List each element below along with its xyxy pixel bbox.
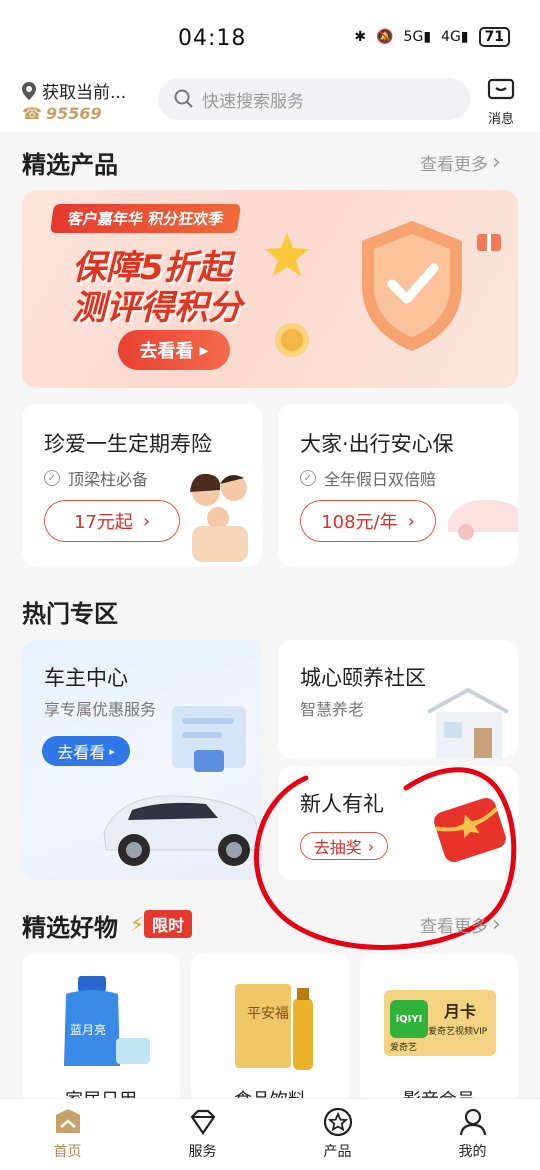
message-icon [487,78,515,100]
bottom-nav: 首页 服务 产品 我的 [0,1098,540,1170]
phone-icon: ☎ [22,104,42,123]
nav-mine-label: 我的 [458,1144,487,1160]
detergent-bottle-icon: 蓝月亮 [64,976,150,1066]
message-label: 消息 [487,112,514,127]
product-title: 珍爱一生定期寿险 [44,432,212,456]
price-label: 108元/年 [321,512,398,533]
product-tag: ✓ 顶梁柱必备 [44,466,148,490]
community-card[interactable]: 城心颐养社区 智慧养老 [278,640,518,758]
product-tag-text: 顶梁柱必备 [68,470,149,489]
search-placeholder: 快速搜索服务 [202,91,304,112]
chevron-right-icon: › [492,150,501,175]
product-tag-text: 全年假日双倍赔 [324,470,437,489]
goods-title: 精选好物 [22,914,118,942]
hot-zone-title: 热门专区 [22,600,118,628]
check-icon: ✓ [300,470,316,486]
community-title: 城心颐养社区 [300,666,426,690]
nav-service[interactable]: 服务 [135,1099,270,1170]
goods-card-media[interactable]: iQIYI 月卡 爱奇艺视频VIP 爱奇艺 影音会员 [360,954,518,1104]
lightning-icon: ⚡ [130,912,145,936]
nav-service-label: 服务 [188,1144,217,1160]
play-arrow-icon: ▸ [199,339,209,361]
goods-card-home[interactable]: 蓝月亮 家居日用 [22,954,180,1104]
nav-product-label: 产品 [323,1144,352,1160]
message-button[interactable]: 消息 [484,78,518,127]
chevron-right-icon: › [142,510,151,532]
home-icon [55,1109,80,1133]
rice-bag-icon: 平安福 [235,984,313,1070]
signal-4g-icon: 4G▮ [441,29,469,45]
newbie-title: 新人有礼 [300,792,384,816]
check-icon: ✓ [44,470,60,486]
top-header: 获取当前... ☎ 95569 快速搜索服务 消息 [0,72,540,132]
lottery-label: 去抽奖 [313,838,362,857]
goods-card-food[interactable]: 平安福 食品饮料 [191,954,349,1104]
more-label: 查看更多 [420,155,488,175]
chevron-right-icon: › [407,510,415,532]
banner-button-label: 去看看 [139,341,194,362]
bluetooth-icon: ✱ [354,29,367,45]
car-illustration-icon [103,706,262,866]
chevron-right-icon: › [492,912,501,937]
banner-line2: 测评得积分 [72,288,242,328]
price-label: 17元起 [73,512,133,533]
nav-mine[interactable]: 我的 [405,1099,540,1170]
lottery-button[interactable]: 去抽奖 › [300,832,388,860]
community-sub: 智慧养老 [300,700,365,719]
banner-button[interactable]: 去看看 ▸ [118,330,230,370]
user-icon [459,1108,486,1136]
gift-icon [477,234,501,251]
mute-bell-icon: 🔕 [376,29,394,45]
nav-product[interactable]: 产品 [270,1099,405,1170]
vip-card-brand: 爱奇艺 [390,1043,418,1053]
product-price-button[interactable]: 108元/年 › [300,500,436,542]
search-icon [174,89,193,108]
diamond-icon [190,1109,215,1135]
family-illustration-icon [190,473,248,562]
location-text: 获取当前... [42,83,127,103]
status-icons: ✱ 🔕 5G▮ 4G▮ 71 [354,27,510,47]
red-envelope-icon [434,797,506,863]
featured-more-link[interactable]: 查看更多 › [420,150,501,175]
rice-brand-text: 平安福 [247,1006,289,1022]
newbie-gift-card[interactable]: 新人有礼 去抽奖 › [278,766,518,880]
product-title: 大家·出行安心保 [300,432,454,456]
featured-title: 精选产品 [22,151,118,179]
car-owner-title: 车主中心 [44,666,128,690]
star-mascot-icon [265,233,309,276]
goods-more-link[interactable]: 查看更多 › [420,912,501,937]
iqiyi-logo-icon: iQIYI [390,1000,428,1038]
location-pin-icon [22,81,36,100]
limited-badge: ⚡ 限时 [130,910,193,938]
signal-5g-icon: 5G▮ [403,29,432,45]
vip-card: iQIYI 月卡 爱奇艺视频VIP 爱奇艺 [384,990,496,1056]
hotline[interactable]: ☎ 95569 [22,104,102,123]
product-tag: ✓ 全年假日双倍赔 [300,466,436,490]
banner-ribbon: 客户嘉年华 积分狂欢季 [49,204,242,233]
product-price-button[interactable]: 17元起 › [44,500,180,542]
chevron-right-icon: › [367,836,375,856]
vip-card-title: 月卡 [444,1002,477,1021]
product-card-life[interactable]: 珍爱一生定期寿险 ✓ 顶梁柱必备 17元起 › [22,404,262,566]
status-time: 04:18 [178,26,247,51]
battery-icon: 71 [478,27,510,47]
status-bar: 04:18 ✱ 🔕 5G▮ 4G▮ 71 [0,0,540,72]
limited-badge-text: 限时 [144,910,193,938]
star-icon [323,1107,352,1137]
location-selector[interactable]: 获取当前... [22,78,126,103]
nav-home-label: 首页 [53,1144,82,1160]
vip-card-sub: 爱奇艺视频VIP [428,1027,488,1037]
search-input[interactable]: 快速搜索服务 [158,78,470,120]
product-card-travel[interactable]: 大家·出行安心保 ✓ 全年假日双倍赔 108元/年 › [278,404,518,566]
coin-icon [275,323,309,357]
car-illustration-icon [448,499,518,540]
more-label: 查看更多 [420,917,488,937]
car-owner-card[interactable]: 车主中心 享专属优惠服务 去看看 ▸ [22,640,262,880]
hotline-number: 95569 [45,104,102,123]
shield-illustration-icon [362,221,462,351]
nav-home[interactable]: 首页 [0,1099,135,1170]
promo-banner[interactable]: 客户嘉年华 积分狂欢季 保障5折起 测评得积分 去看看 ▸ [22,190,518,388]
house-illustration-icon [427,687,509,758]
bottle-brand-text: 蓝月亮 [70,1022,106,1037]
